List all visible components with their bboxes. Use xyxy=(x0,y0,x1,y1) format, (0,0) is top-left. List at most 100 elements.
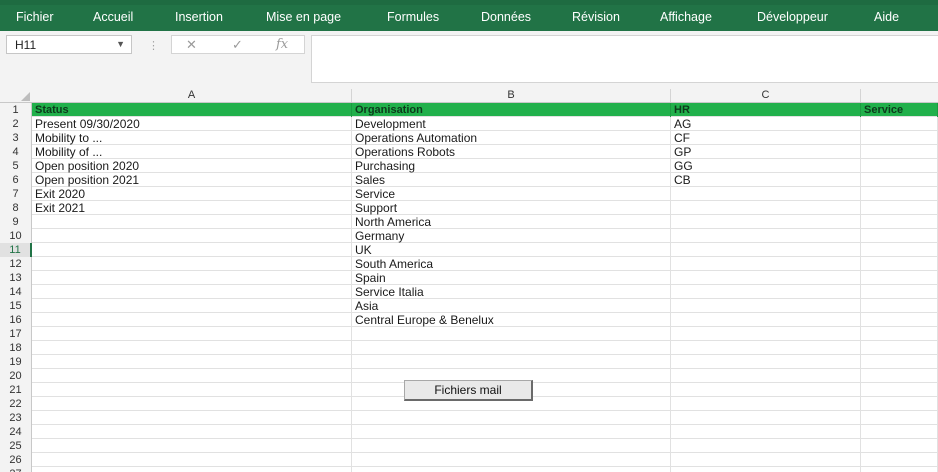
cell-a20[interactable] xyxy=(32,369,352,383)
column-header-a[interactable]: A xyxy=(32,89,352,102)
cell-b13[interactable]: Spain xyxy=(352,271,671,285)
cell-a21[interactable] xyxy=(32,383,352,397)
cell-d20[interactable] xyxy=(861,369,938,383)
cell-d16[interactable] xyxy=(861,313,938,327)
tab-developpeur[interactable]: Développeur xyxy=(757,10,828,24)
cell-c21[interactable] xyxy=(671,383,861,397)
cell-a25[interactable] xyxy=(32,439,352,453)
cell-d24[interactable] xyxy=(861,425,938,439)
cell-d5[interactable] xyxy=(861,159,938,173)
confirm-icon[interactable]: ✓ xyxy=(232,37,243,53)
tab-accueil[interactable]: Accueil xyxy=(93,10,133,24)
cell-b9[interactable]: North America xyxy=(352,215,671,229)
cell-c18[interactable] xyxy=(671,341,861,355)
cell-d2[interactable] xyxy=(861,117,938,131)
cancel-icon[interactable]: ✕ xyxy=(186,37,197,53)
cell-a22[interactable] xyxy=(32,397,352,411)
cell-a5[interactable]: Open position 2020 xyxy=(32,159,352,173)
formula-input[interactable] xyxy=(311,35,938,83)
cell-c19[interactable] xyxy=(671,355,861,369)
cell-b16[interactable]: Central Europe & Benelux xyxy=(352,313,671,327)
cell-c6[interactable]: CB xyxy=(671,173,861,187)
cell-d14[interactable] xyxy=(861,285,938,299)
cell-c14[interactable] xyxy=(671,285,861,299)
cell-a18[interactable] xyxy=(32,341,352,355)
cell-a11[interactable] xyxy=(32,243,352,257)
cell-b18[interactable] xyxy=(352,341,671,355)
cell-c17[interactable] xyxy=(671,327,861,341)
row-header[interactable]: 4 xyxy=(0,145,32,159)
cell-c11[interactable] xyxy=(671,243,861,257)
cell-a9[interactable] xyxy=(32,215,352,229)
cell-b2[interactable]: Development xyxy=(352,117,671,131)
cell-c3[interactable]: CF xyxy=(671,131,861,145)
row-header[interactable]: 24 xyxy=(0,425,32,439)
column-header-c[interactable]: C xyxy=(671,89,861,102)
cell-b4[interactable]: Operations Robots xyxy=(352,145,671,159)
cell-c9[interactable] xyxy=(671,215,861,229)
cell-c27[interactable] xyxy=(671,467,861,472)
row-header[interactable]: 9 xyxy=(0,215,32,229)
cell-a24[interactable] xyxy=(32,425,352,439)
cell-d9[interactable] xyxy=(861,215,938,229)
cell-d1[interactable]: Service xyxy=(861,103,938,117)
cell-d27[interactable] xyxy=(861,467,938,472)
cell-b15[interactable]: Asia xyxy=(352,299,671,313)
cell-d23[interactable] xyxy=(861,411,938,425)
cell-c2[interactable]: AG xyxy=(671,117,861,131)
cell-b14[interactable]: Service Italia xyxy=(352,285,671,299)
row-header[interactable]: 25 xyxy=(0,439,32,453)
row-header[interactable]: 6 xyxy=(0,173,32,187)
cell-d6[interactable] xyxy=(861,173,938,187)
tab-affichage[interactable]: Affichage xyxy=(660,10,712,24)
chevron-down-icon[interactable]: ▼ xyxy=(116,39,125,49)
select-all-icon[interactable] xyxy=(21,92,30,101)
select-all-corner[interactable] xyxy=(0,89,32,102)
cell-a17[interactable] xyxy=(32,327,352,341)
cell-a12[interactable] xyxy=(32,257,352,271)
cell-b12[interactable]: South America xyxy=(352,257,671,271)
row-header[interactable]: 12 xyxy=(0,257,32,271)
cell-b23[interactable] xyxy=(352,411,671,425)
tab-mise-en-page[interactable]: Mise en page xyxy=(266,10,341,24)
cell-a15[interactable] xyxy=(32,299,352,313)
cell-a1[interactable]: Status xyxy=(32,103,352,117)
tab-formules[interactable]: Formules xyxy=(387,10,439,24)
cell-a2[interactable]: Present 09/30/2020 xyxy=(32,117,352,131)
cell-a3[interactable]: Mobility to ... xyxy=(32,131,352,145)
insert-function-icon[interactable]: fx xyxy=(276,37,288,52)
row-header[interactable]: 11 xyxy=(0,243,32,257)
tab-insertion[interactable]: Insertion xyxy=(175,10,223,24)
row-header[interactable]: 26 xyxy=(0,453,32,467)
row-header[interactable]: 13 xyxy=(0,271,32,285)
cell-c10[interactable] xyxy=(671,229,861,243)
cell-c4[interactable]: GP xyxy=(671,145,861,159)
row-header[interactable]: 5 xyxy=(0,159,32,173)
row-header[interactable]: 18 xyxy=(0,341,32,355)
cell-b5[interactable]: Purchasing xyxy=(352,159,671,173)
cell-c15[interactable] xyxy=(671,299,861,313)
cell-c16[interactable] xyxy=(671,313,861,327)
cell-d11[interactable] xyxy=(861,243,938,257)
cell-c1[interactable]: HR xyxy=(671,103,861,117)
cell-a8[interactable]: Exit 2021 xyxy=(32,201,352,215)
cell-d4[interactable] xyxy=(861,145,938,159)
cell-c20[interactable] xyxy=(671,369,861,383)
cell-b7[interactable]: Service xyxy=(352,187,671,201)
cell-b10[interactable]: Germany xyxy=(352,229,671,243)
cell-d21[interactable] xyxy=(861,383,938,397)
cell-d25[interactable] xyxy=(861,439,938,453)
cell-a26[interactable] xyxy=(32,453,352,467)
row-header[interactable]: 15 xyxy=(0,299,32,313)
row-header[interactable]: 2 xyxy=(0,117,32,131)
cell-d8[interactable] xyxy=(861,201,938,215)
cell-b25[interactable] xyxy=(352,439,671,453)
tab-revision[interactable]: Révision xyxy=(572,10,620,24)
cell-c25[interactable] xyxy=(671,439,861,453)
cell-d22[interactable] xyxy=(861,397,938,411)
tab-aide[interactable]: Aide xyxy=(874,10,899,24)
cell-a19[interactable] xyxy=(32,355,352,369)
row-header[interactable]: 27 xyxy=(0,467,32,472)
row-header[interactable]: 3 xyxy=(0,131,32,145)
cell-b1[interactable]: Organisation xyxy=(352,103,671,117)
